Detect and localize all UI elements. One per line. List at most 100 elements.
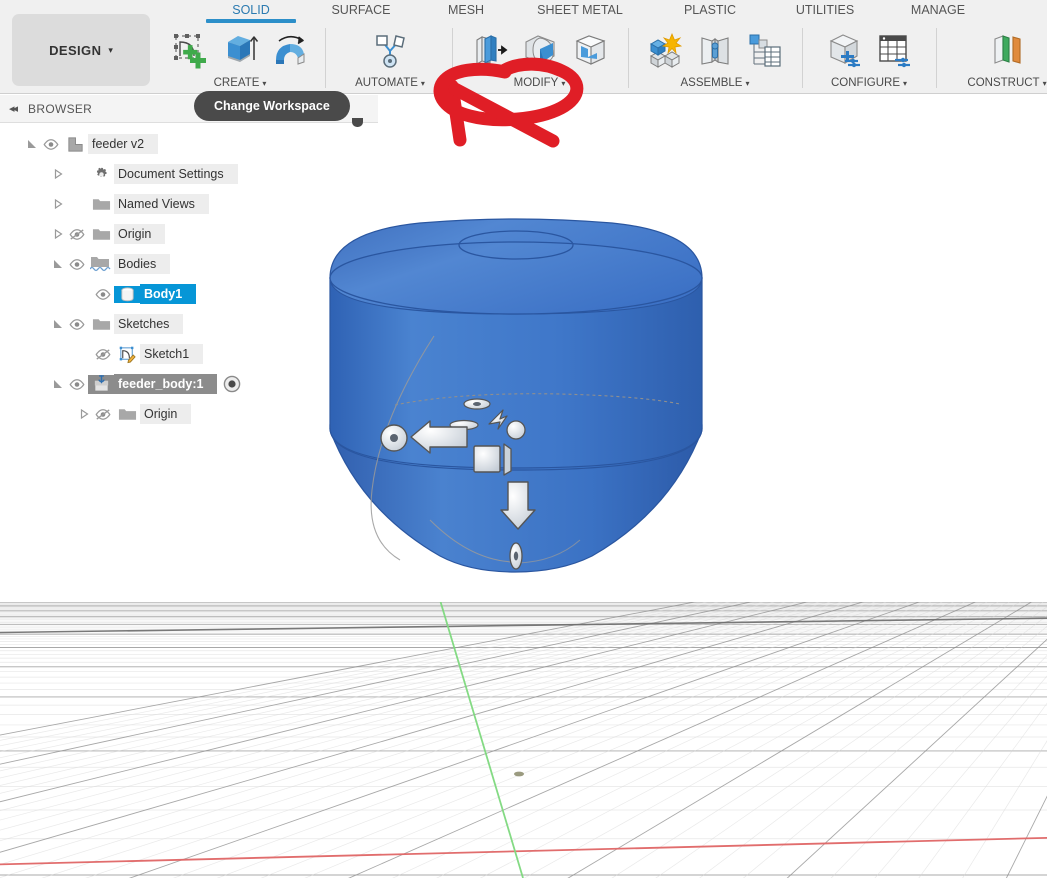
panel-button-group [334, 26, 446, 74]
free-move-handle[interactable] [506, 420, 526, 440]
create-sketch-icon [170, 30, 210, 70]
document-icon [62, 135, 88, 154]
workspace-tab-solid[interactable]: SOLID [206, 3, 296, 23]
browser-tree-item-sketch1[interactable]: Sketch1 [0, 339, 378, 369]
browser-tree-item-body1[interactable]: Body1 [0, 279, 378, 309]
eye-hidden-icon[interactable] [92, 348, 114, 361]
workspace-tab-mesh[interactable]: MESH [428, 3, 504, 17]
gear-icon [88, 166, 114, 183]
eye-hidden-icon[interactable] [92, 408, 114, 421]
browser-tree-item-feeder-body-1[interactable]: feeder_body:1 [0, 369, 378, 399]
browser-tree-item-origin[interactable]: Origin [0, 219, 378, 249]
configuration-table-button[interactable] [871, 27, 917, 73]
ribbon-toolbar: DESIGN ▾ SOLID SURFACE MESH SHEET METAL PLAS… [0, 0, 1047, 94]
panel-title-label: ASSEMBLE [680, 77, 743, 89]
rotate-z-handle[interactable] [509, 542, 523, 570]
panel-title-modify[interactable]: MODIFY ▾ [457, 77, 622, 89]
chevron-down-icon: ▾ [420, 79, 425, 88]
workspace-tab-sheet-metal[interactable]: SHEET METAL [510, 3, 650, 17]
extrude-icon [220, 30, 260, 70]
expand-arrow-open-icon[interactable] [52, 257, 66, 271]
expand-arrow-open-icon[interactable] [26, 137, 40, 151]
ribbon-panel-modify: MODIFY ▾ [457, 24, 622, 94]
eye-visible-icon[interactable] [66, 318, 88, 331]
expand-arrow-none [78, 287, 92, 301]
active-component-radio-icon[interactable] [223, 375, 241, 393]
panel-title-label: MODIFY [513, 77, 559, 89]
new-component-icon [645, 30, 685, 70]
panel-title-assemble[interactable]: ASSEMBLE ▾ [634, 77, 796, 89]
chevron-down-icon: ▾ [902, 79, 907, 88]
browser-tree-item-label: Bodies [114, 254, 171, 274]
extrude-button[interactable] [217, 27, 263, 73]
expand-arrow-closed-icon[interactable] [78, 407, 92, 421]
panel-divider [325, 28, 326, 88]
tooltip-nub [352, 118, 363, 127]
panel-title-create[interactable]: CREATE ▾ [160, 77, 320, 89]
panel-title-configure[interactable]: CONFIGURE ▾ [810, 77, 928, 89]
ribbon-panel-assemble: ASSEMBLE ▾ [634, 24, 796, 94]
expand-arrow-open-icon[interactable] [52, 377, 66, 391]
browser-tree-item-bodies[interactable]: Bodies [0, 249, 378, 279]
active-tab-underline [206, 19, 296, 23]
rotate-y-handle[interactable] [463, 398, 491, 410]
panel-title-label: CREATE [213, 77, 260, 89]
workspace-tab-plastic[interactable]: PLASTIC [660, 3, 760, 17]
browser-tree-item-label: Named Views [114, 194, 209, 214]
browser-tree-item-document-settings[interactable]: Document Settings [0, 159, 378, 189]
workspace-tab-label: MANAGE [910, 3, 966, 17]
browser-tree-item-origin[interactable]: Origin [0, 399, 378, 429]
eye-visible-icon[interactable] [92, 288, 114, 301]
browser-tree-item-feeder-v2[interactable]: feeder v2 [0, 129, 378, 159]
automate-icon [370, 30, 410, 70]
offset-plane-button[interactable] [984, 27, 1030, 73]
eye-hidden-icon[interactable] [66, 228, 88, 241]
browser-tree-item-label: Sketch1 [140, 344, 204, 364]
tooltip-change-workspace: Change Workspace [194, 91, 350, 121]
panel-button-group [457, 26, 622, 74]
panel-button-group [160, 26, 320, 74]
panel-title-label: AUTOMATE [355, 77, 418, 89]
create-sketch-button[interactable] [167, 27, 213, 73]
eye-visible-icon[interactable] [66, 258, 88, 271]
browser-tree-item-label: Origin [114, 224, 166, 244]
component-icon [88, 374, 114, 394]
browser-tree-item-sketches[interactable]: Sketches [0, 309, 378, 339]
press-pull-button[interactable] [467, 27, 513, 73]
panel-title-automate[interactable]: AUTOMATE ▾ [334, 77, 446, 89]
workspace-switch-button[interactable]: DESIGN ▾ [12, 14, 150, 86]
configure-model-icon [824, 30, 864, 70]
workspace-tab-label: SHEET METAL [537, 3, 623, 17]
new-component-button[interactable] [642, 27, 688, 73]
expand-arrow-closed-icon[interactable] [52, 167, 66, 181]
configure-model-button[interactable] [821, 27, 867, 73]
press-pull-icon [470, 30, 510, 70]
panel-title-construct[interactable]: CONSTRUCT ▾ [942, 77, 1047, 89]
bill-of-materials-button[interactable] [742, 27, 788, 73]
rotate-x-handle[interactable] [380, 424, 408, 452]
workspace-tab-label: UTILITIES [795, 3, 855, 17]
panel-title-label: CONFIGURE [830, 77, 900, 89]
expand-arrow-closed-icon[interactable] [52, 197, 66, 211]
browser-title: BROWSER [28, 101, 93, 116]
workspace-tab-utilities[interactable]: UTILITIES [770, 3, 880, 17]
fillet-button[interactable] [517, 27, 563, 73]
move-plane-handle[interactable] [473, 443, 512, 476]
fusion360-window: DESIGN ▾ SOLID SURFACE MESH SHEET METAL PLAS… [0, 0, 1047, 878]
chevron-down-icon: ▾ [108, 44, 113, 55]
chevron-down-icon: ▾ [262, 79, 267, 88]
shell-icon [570, 30, 610, 70]
expand-arrow-open-icon[interactable] [52, 317, 66, 331]
bill-of-materials-icon [745, 30, 785, 70]
eye-visible-icon[interactable] [40, 138, 62, 151]
revolve-button[interactable] [267, 27, 313, 73]
browser-tree-item-named-views[interactable]: Named Views [0, 189, 378, 219]
expand-arrow-closed-icon[interactable] [52, 227, 66, 241]
eye-visible-icon[interactable] [66, 378, 88, 391]
workspace-tab-manage[interactable]: MANAGE [888, 3, 988, 17]
collapse-panel-icon[interactable]: ◂◂ [9, 102, 18, 115]
shell-button[interactable] [567, 27, 613, 73]
automate-button[interactable] [367, 27, 413, 73]
workspace-tab-surface[interactable]: SURFACE [306, 3, 416, 17]
joint-button[interactable] [692, 27, 738, 73]
